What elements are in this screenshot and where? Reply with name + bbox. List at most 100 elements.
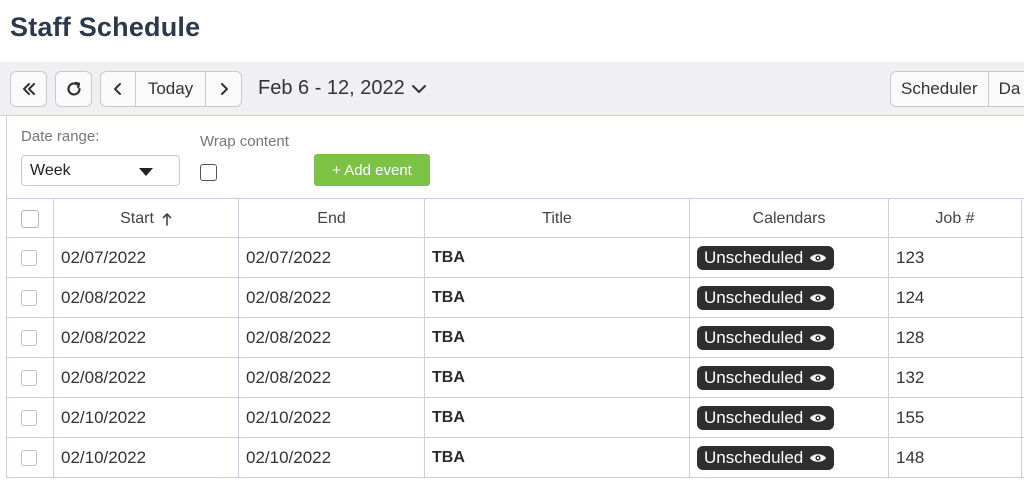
calendar-badge[interactable]: Unscheduled xyxy=(697,406,835,430)
row-checkbox[interactable] xyxy=(21,450,37,466)
title-cell: TBA xyxy=(424,398,689,438)
column-header-job[interactable]: Job # xyxy=(888,199,1022,239)
table-header-row: Start End Title Calendars Job # xyxy=(6,198,1024,239)
column-header-title[interactable]: Title xyxy=(424,199,689,239)
eye-icon xyxy=(810,414,827,422)
date-range-select-value: Week xyxy=(30,162,71,179)
select-all-cell xyxy=(6,199,53,239)
date-range-text: Feb 6 - 12, 2022 xyxy=(258,77,405,99)
chevron-left-icon xyxy=(114,83,121,95)
calendar-badge-label: Unscheduled xyxy=(704,248,804,267)
table-row[interactable]: 02/10/2022 02/10/2022 TBA Unscheduled 148 xyxy=(6,438,1024,478)
table-row[interactable]: 02/08/2022 02/08/2022 TBA Unscheduled 124 xyxy=(6,278,1024,318)
date-range-label: Date range: xyxy=(21,128,100,145)
calendar-badge[interactable]: Unscheduled xyxy=(697,326,835,350)
calendars-cell: Unscheduled xyxy=(689,398,888,438)
end-cell: 02/08/2022 xyxy=(238,358,424,398)
next-button[interactable] xyxy=(206,72,241,106)
end-cell: 02/10/2022 xyxy=(238,438,424,478)
date-navigation-group: Today xyxy=(100,71,242,107)
eye-icon xyxy=(810,294,827,302)
calendar-badge-label: Unscheduled xyxy=(704,328,804,347)
end-cell: 02/08/2022 xyxy=(238,278,424,318)
double-chevron-left-icon xyxy=(22,83,35,95)
end-cell: 02/07/2022 xyxy=(238,238,424,278)
calendar-badge-label: Unscheduled xyxy=(704,448,804,467)
column-header-end[interactable]: End xyxy=(238,199,424,239)
title-cell: TBA xyxy=(424,438,689,478)
table-row[interactable]: 02/07/2022 02/07/2022 TBA Unscheduled 123 xyxy=(6,238,1024,278)
row-select-cell xyxy=(6,318,53,358)
row-select-cell xyxy=(6,438,53,478)
row-checkbox[interactable] xyxy=(21,290,37,306)
eye-icon xyxy=(810,454,827,462)
eye-icon xyxy=(810,254,827,262)
add-event-button[interactable]: + Add event xyxy=(314,154,430,186)
job-cell: 148 xyxy=(888,438,1022,478)
row-select-cell xyxy=(6,278,53,318)
calendar-badge[interactable]: Unscheduled xyxy=(697,286,835,310)
refresh-icon xyxy=(66,81,81,96)
row-select-cell xyxy=(6,398,53,438)
job-cell: 123 xyxy=(888,238,1022,278)
start-cell: 02/08/2022 xyxy=(53,358,238,398)
wrap-content-checkbox[interactable] xyxy=(200,164,217,181)
calendar-badge[interactable]: Unscheduled xyxy=(697,446,835,470)
calendar-badge-label: Unscheduled xyxy=(704,368,804,387)
filter-bar: Date range: Week Wrap content + Add even… xyxy=(6,116,1024,199)
job-cell: 155 xyxy=(888,398,1022,438)
eye-icon xyxy=(810,334,827,342)
title-cell: TBA xyxy=(424,238,689,278)
chevron-down-icon xyxy=(411,84,426,93)
view-switcher: Scheduler Da xyxy=(890,71,1024,107)
column-header-calendars[interactable]: Calendars xyxy=(689,199,888,239)
start-cell: 02/07/2022 xyxy=(53,238,238,278)
job-cell: 124 xyxy=(888,278,1022,318)
date-range-picker[interactable]: Feb 6 - 12, 2022 xyxy=(258,77,427,100)
title-cell: TBA xyxy=(424,318,689,358)
eye-icon xyxy=(810,374,827,382)
refresh-button[interactable] xyxy=(55,71,92,107)
start-cell: 02/08/2022 xyxy=(53,318,238,358)
start-cell: 02/10/2022 xyxy=(53,438,238,478)
calendar-badge[interactable]: Unscheduled xyxy=(697,366,835,390)
calendars-cell: Unscheduled xyxy=(689,238,888,278)
column-header-start[interactable]: Start xyxy=(53,199,238,239)
job-cell: 128 xyxy=(888,318,1022,358)
today-button[interactable]: Today xyxy=(136,72,206,106)
start-cell: 02/08/2022 xyxy=(53,278,238,318)
job-cell: 132 xyxy=(888,358,1022,398)
end-cell: 02/08/2022 xyxy=(238,318,424,358)
row-checkbox[interactable] xyxy=(21,370,37,386)
start-cell: 02/10/2022 xyxy=(53,398,238,438)
calendar-badge[interactable]: Unscheduled xyxy=(697,246,835,270)
table-row[interactable]: 02/10/2022 02/10/2022 TBA Unscheduled 155 xyxy=(6,398,1024,438)
collapse-sidebar-button[interactable] xyxy=(10,71,47,107)
title-cell: TBA xyxy=(424,358,689,398)
row-checkbox[interactable] xyxy=(21,250,37,266)
dropdown-caret-icon xyxy=(139,168,153,176)
column-header-start-label: Start xyxy=(120,210,154,227)
row-select-cell xyxy=(6,238,53,278)
title-cell: TBA xyxy=(424,278,689,318)
wrap-content-label: Wrap content xyxy=(200,133,289,150)
calendars-cell: Unscheduled xyxy=(689,318,888,358)
calendars-cell: Unscheduled xyxy=(689,278,888,318)
scheduler-view-button[interactable]: Scheduler xyxy=(891,72,989,106)
calendars-cell: Unscheduled xyxy=(689,438,888,478)
table-row[interactable]: 02/08/2022 02/08/2022 TBA Unscheduled 128 xyxy=(6,318,1024,358)
date-range-select[interactable]: Week xyxy=(21,155,180,186)
row-checkbox[interactable] xyxy=(21,330,37,346)
chevron-right-icon xyxy=(220,83,228,95)
calendars-cell: Unscheduled xyxy=(689,358,888,398)
calendar-badge-label: Unscheduled xyxy=(704,288,804,307)
day-view-button[interactable]: Da xyxy=(989,72,1024,106)
row-checkbox[interactable] xyxy=(21,410,37,426)
table-row[interactable]: 02/08/2022 02/08/2022 TBA Unscheduled 132 xyxy=(6,358,1024,398)
end-cell: 02/10/2022 xyxy=(238,398,424,438)
previous-button[interactable] xyxy=(101,72,136,106)
page-title: Staff Schedule xyxy=(10,12,201,42)
select-all-checkbox[interactable] xyxy=(21,210,39,228)
row-select-cell xyxy=(6,358,53,398)
toolbar: Today Feb 6 - 12, 2022 Scheduler Da xyxy=(0,62,1024,116)
